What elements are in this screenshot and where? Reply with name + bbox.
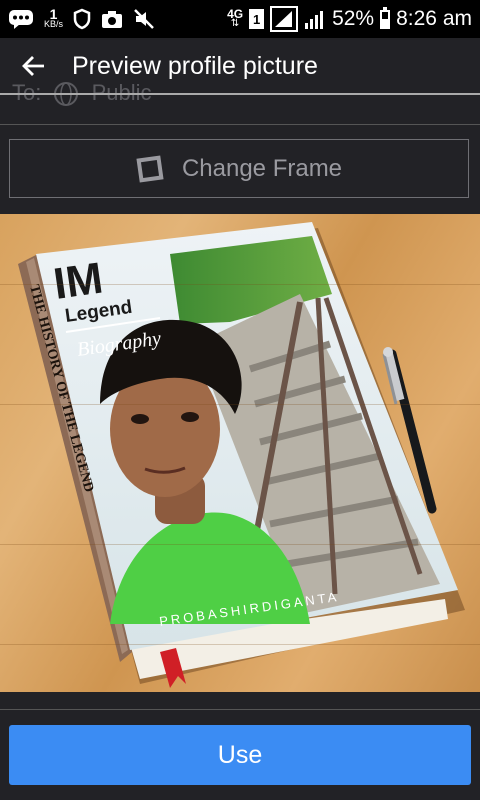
camera-icon	[102, 11, 123, 28]
data-speed-value: 1	[49, 6, 58, 22]
shield-icon	[73, 8, 91, 30]
page-title: Preview profile picture	[72, 52, 318, 80]
use-button[interactable]: Use	[9, 725, 471, 785]
status-bar: 1 KB/s 4G ⇅ 1 52% 8:26 am	[0, 0, 480, 38]
signal-icon	[305, 11, 324, 29]
frame-icon	[136, 154, 164, 183]
profile-picture-preview: IM Legend Biography THE HISTORY OF THE L…	[0, 214, 480, 692]
battery-icon	[380, 6, 391, 29]
data-speed: 1 KB/s	[44, 6, 64, 29]
divider	[0, 709, 480, 710]
clock: 8:26 am	[396, 7, 472, 30]
sim-slot: 1	[252, 11, 261, 27]
chat-bubble-icon	[9, 10, 33, 29]
change-frame-label: Change Frame	[181, 154, 343, 182]
back-arrow-icon[interactable]	[18, 50, 50, 82]
network-indicator: 4G ⇅	[227, 7, 244, 29]
signal-boxed-icon	[270, 6, 299, 32]
app-bar-divider	[0, 93, 480, 95]
mute-icon	[134, 9, 154, 29]
change-frame-button[interactable]: Change Frame	[9, 139, 469, 198]
divider	[0, 124, 480, 125]
data-speed-unit: KB/s	[44, 19, 64, 29]
preview-footer	[0, 692, 480, 710]
battery-percent: 52%	[332, 7, 375, 30]
sim-icon: 1	[249, 9, 265, 29]
book-illustration: IM Legend Biography THE HISTORY OF THE L…	[18, 222, 465, 688]
use-button-label: Use	[217, 740, 263, 769]
